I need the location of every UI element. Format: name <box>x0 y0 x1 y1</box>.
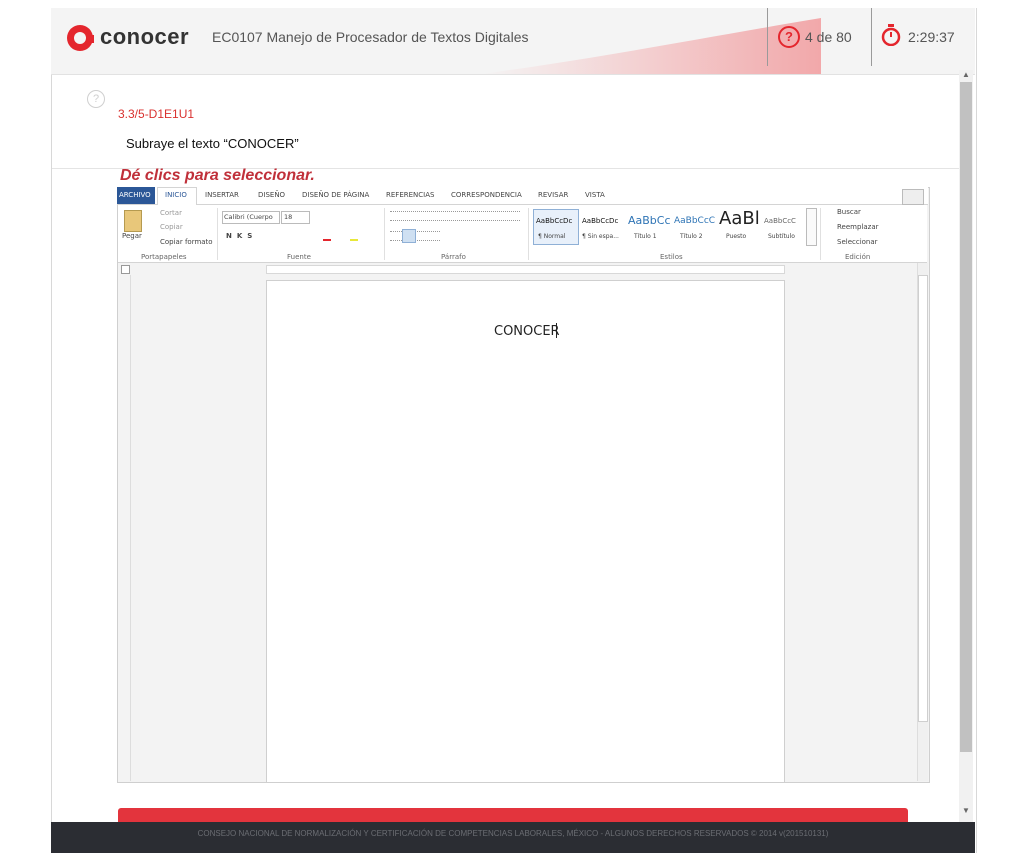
tab-diseno-pagina[interactable]: DISEÑO DE PÁGINA <box>302 191 369 199</box>
font-size-value: 18 <box>284 213 293 221</box>
style-preview[interactable]: AaBbCcC <box>764 217 796 225</box>
tab-archivo-label: ARCHIVO <box>119 191 151 199</box>
text-caret <box>556 323 557 338</box>
word-scrollbar-thumb[interactable] <box>918 275 928 722</box>
question-prompt: Subraye el texto “CONOCER” <box>126 136 299 151</box>
tab-vista[interactable]: VISTA <box>585 191 605 199</box>
style-name: Título 2 <box>680 233 703 240</box>
list-buttons[interactable] <box>390 211 520 221</box>
styles-scroll[interactable] <box>806 208 817 246</box>
course-title: EC0107 Manejo de Procesador de Textos Di… <box>212 29 529 45</box>
group-label: Fuente <box>287 253 311 261</box>
logo-text: conocer <box>100 24 190 49</box>
question-icon: ? <box>778 26 800 48</box>
header-divider <box>767 8 768 66</box>
page-scrollbar-thumb[interactable] <box>960 82 972 752</box>
style-name: ¶ Normal <box>538 233 566 240</box>
select-button[interactable]: Seleccionar <box>837 238 878 246</box>
group-divider <box>217 208 218 260</box>
footer-text: CONSEJO NACIONAL DE NORMALIZACIÓN Y CERT… <box>197 829 829 838</box>
style-preview: AaBbCcDc <box>536 217 573 225</box>
style-preview[interactable]: AaBbCcC <box>674 216 715 226</box>
group-divider <box>384 208 385 260</box>
ruler-scale[interactable] <box>266 265 785 274</box>
document-text-conocer[interactable]: CONOCER <box>494 324 560 339</box>
group-label: Edición <box>845 253 871 261</box>
style-name: Puesto <box>726 233 747 240</box>
group-label: Párrafo <box>441 253 466 261</box>
paste-button[interactable]: Pegar <box>122 232 142 240</box>
find-button[interactable]: Buscar <box>837 208 861 216</box>
group-divider <box>820 208 821 260</box>
tab-correspondencia[interactable]: CORRESPONDENCIA <box>451 191 522 199</box>
instruction-text: Dé clics para seleccionar. <box>120 167 315 184</box>
style-name: Subtítulo <box>768 233 795 240</box>
tab-insertar[interactable]: INSERTAR <box>205 191 239 199</box>
style-preview[interactable]: AaBbCc <box>628 214 671 227</box>
user-avatar-icon <box>902 189 924 205</box>
format-painter-button[interactable]: Copiar formato <box>160 238 213 246</box>
group-label: Portapapeles <box>141 253 187 261</box>
stopwatch-icon <box>881 24 901 46</box>
replace-button[interactable]: Reemplazar <box>837 223 879 231</box>
style-preview[interactable]: AaBbCcDc <box>582 217 618 225</box>
help-icon[interactable]: ? <box>87 90 105 108</box>
tab-revisar[interactable]: REVISAR <box>538 191 568 199</box>
question-counter: 4 de 80 <box>805 29 852 45</box>
copy-button[interactable]: Copiar <box>160 223 183 231</box>
scroll-down-arrow-icon[interactable]: ▼ <box>959 806 973 816</box>
tab-stop-selector-icon[interactable] <box>121 265 130 274</box>
font-name-value: Calibri (Cuerpo <box>224 213 273 221</box>
cut-button[interactable]: Cortar <box>160 209 182 217</box>
style-name: Título 1 <box>634 233 657 240</box>
tab-inicio[interactable]: INICIO <box>165 191 187 199</box>
timer: 2:29:37 <box>908 29 955 45</box>
style-name: ¶ Sin espa... <box>582 233 619 240</box>
header-divider <box>871 8 872 66</box>
document-page[interactable] <box>266 280 785 783</box>
header-swoosh-decoration <box>481 18 821 74</box>
font-format-buttons[interactable]: NKS <box>226 232 257 240</box>
tab-referencias[interactable]: REFERENCIAS <box>386 191 434 199</box>
tab-diseno[interactable]: DISEÑO <box>258 191 285 199</box>
vertical-ruler <box>118 275 131 781</box>
paste-icon[interactable] <box>124 210 142 232</box>
align-center-button[interactable] <box>402 229 416 243</box>
conocer-logo-icon <box>67 25 94 51</box>
highlight-icon[interactable] <box>350 231 358 241</box>
group-label: Estilos <box>660 253 683 261</box>
font-color-icon[interactable] <box>323 231 331 241</box>
style-preview[interactable]: AaBl <box>719 208 760 229</box>
question-code: 3.3/5-D1E1U1 <box>118 107 195 121</box>
group-divider <box>528 208 529 260</box>
scroll-up-arrow-icon[interactable]: ▲ <box>959 70 973 80</box>
